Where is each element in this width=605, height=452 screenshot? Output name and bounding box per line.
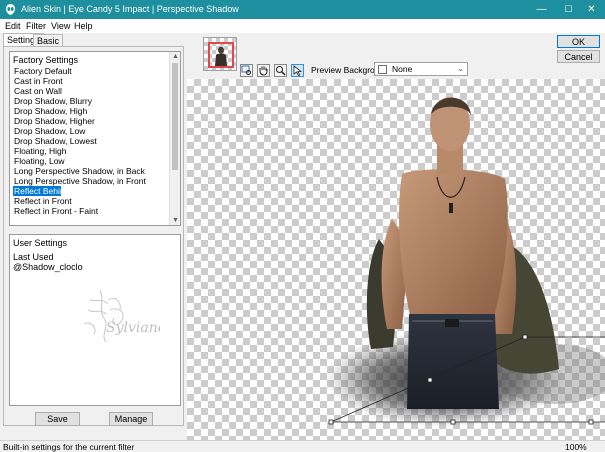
signature-watermark: Sylviane — [70, 280, 166, 357]
menu-help[interactable]: Help — [74, 21, 93, 31]
list-item[interactable]: Floating, High — [10, 146, 170, 156]
menu-view[interactable]: View — [51, 21, 70, 31]
ok-button[interactable]: OK — [557, 35, 600, 48]
manage-button[interactable]: Manage — [109, 412, 153, 426]
factory-settings-list[interactable]: Factory Settings Factory Default Cast in… — [9, 51, 181, 226]
list-item[interactable]: Drop Shadow, Low — [10, 126, 170, 136]
title-bar: Alien Skin | Eye Candy 5 Impact | Perspe… — [0, 0, 605, 19]
preview-canvas[interactable] — [187, 79, 605, 440]
chevron-down-icon: ⌄ — [457, 64, 464, 73]
cancel-button[interactable]: Cancel — [557, 50, 600, 63]
list-item[interactable]: Drop Shadow, High — [10, 106, 170, 116]
status-bar: Built-in settings for the current filter… — [0, 440, 605, 452]
menu-edit[interactable]: Edit — [5, 21, 21, 31]
hand-tool-icon[interactable] — [257, 64, 270, 77]
list-item[interactable]: Cast on Wall — [10, 86, 170, 96]
list-item[interactable]: Long Perspective Shadow, in Back — [10, 166, 170, 176]
list-item[interactable]: Reflect in Front - Faint — [10, 206, 170, 216]
list-item[interactable]: Drop Shadow, Higher — [10, 116, 170, 126]
minimize-button[interactable]: — — [528, 0, 555, 19]
preview-background-value: None — [392, 64, 413, 74]
factory-items: Factory Default Cast in Front Cast on Wa… — [10, 66, 170, 216]
zoom-fit-tool-icon[interactable] — [240, 64, 253, 77]
menu-filter[interactable]: Filter — [26, 21, 46, 31]
preview-panel: Preview Background: None ⌄ OK Cancel — [187, 33, 605, 440]
user-settings-list[interactable]: User Settings Last Used @Shadow_cloclo S… — [9, 234, 181, 406]
list-item[interactable]: @Shadow_cloclo — [13, 262, 83, 272]
list-item-selected[interactable]: Reflect Behind — [13, 186, 69, 196]
list-item[interactable]: Drop Shadow, Lowest — [10, 136, 170, 146]
user-settings-header: User Settings — [13, 238, 68, 248]
save-button[interactable]: Save — [35, 412, 80, 426]
scroll-thumb[interactable] — [172, 63, 178, 170]
list-item[interactable]: Drop Shadow, Blurry — [10, 96, 170, 106]
scroll-down-icon[interactable]: ▼ — [172, 217, 179, 224]
navigator-thumbnail[interactable] — [203, 37, 237, 71]
zoom-level: 100% — [565, 442, 587, 452]
svg-text:Sylviane: Sylviane — [106, 320, 160, 336]
list-item[interactable]: Factory Default — [10, 66, 170, 76]
scroll-up-icon[interactable]: ▲ — [172, 53, 179, 60]
window-title: Alien Skin | Eye Candy 5 Impact | Perspe… — [21, 4, 239, 14]
list-item[interactable]: Floating, Low — [10, 156, 170, 166]
factory-scrollbar[interactable]: ▲ ▼ — [169, 52, 180, 225]
zoom-tool-icon[interactable] — [274, 64, 287, 77]
list-item[interactable]: Long Perspective Shadow, in Front — [10, 176, 170, 186]
color-swatch — [378, 65, 387, 74]
select-tool-icon[interactable] — [291, 64, 304, 77]
navigator-view-box[interactable] — [208, 42, 234, 68]
close-button[interactable]: ✕ — [578, 0, 605, 19]
factory-settings-header: Factory Settings — [13, 55, 79, 65]
list-item[interactable]: Cast in Front — [10, 76, 170, 86]
status-text: Built-in settings for the current filter — [3, 442, 135, 452]
list-item[interactable]: Last Used — [13, 252, 54, 262]
preview-background-select[interactable]: None ⌄ — [374, 62, 468, 76]
alien-skin-app-icon — [5, 4, 16, 15]
menu-bar: Edit Filter View Help — [0, 19, 605, 33]
list-item[interactable]: Reflect in Front — [10, 196, 170, 206]
